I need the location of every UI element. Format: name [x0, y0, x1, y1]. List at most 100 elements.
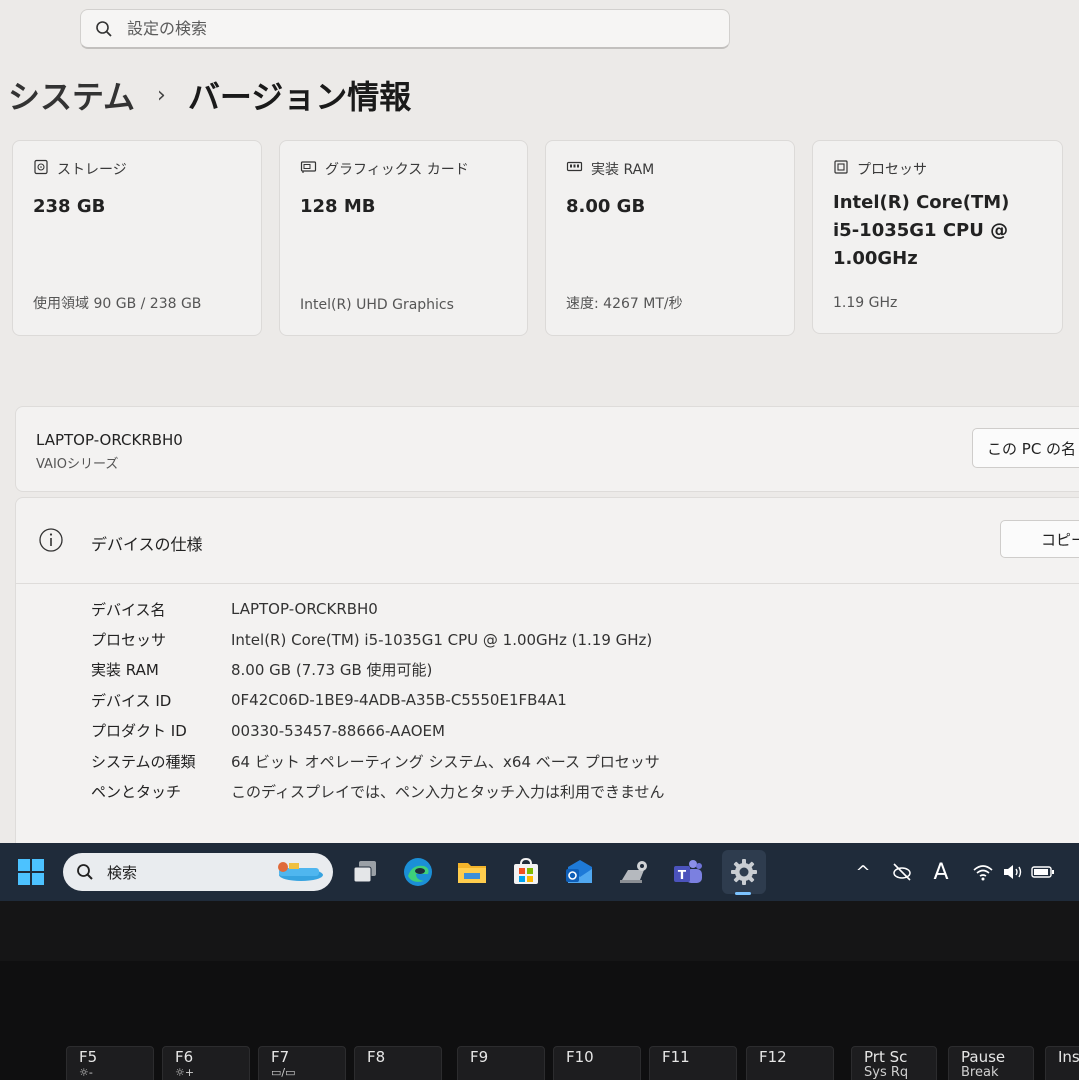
search-icon — [81, 20, 127, 38]
display-switch-icon: ▭/▭ — [271, 1066, 296, 1079]
spec-key: ペンとタッチ — [91, 783, 182, 802]
spec-value: 00330-53457-88666-AAOEM — [231, 721, 445, 740]
spec-key: デバイス ID — [91, 691, 172, 710]
key-f11: F11 — [649, 1046, 737, 1080]
graphics-card-sub: Intel(R) UHD Graphics — [300, 297, 454, 313]
breadcrumb-system-link[interactable]: システム — [8, 72, 135, 118]
key-label: Prt Sc — [864, 1048, 908, 1066]
key-label: F11 — [662, 1048, 690, 1066]
key-label: F9 — [470, 1048, 489, 1066]
spec-key: 実装 RAM — [91, 661, 159, 680]
edge-icon[interactable] — [398, 852, 438, 892]
processor-icon — [833, 159, 849, 179]
spec-value: 64 ビット オペレーティング システム、x64 ベース プロセッサ — [231, 752, 660, 771]
key-label: F5 — [79, 1048, 98, 1066]
volume-icon[interactable] — [1000, 852, 1026, 892]
breadcrumb-separator-icon: › — [157, 82, 166, 108]
storage-icon — [33, 159, 49, 179]
ram-card-label: 実装 RAM — [591, 162, 655, 178]
outlook-icon[interactable] — [560, 852, 600, 892]
spec-value: このディスプレイでは、ペン入力とタッチ入力は利用できません — [231, 783, 665, 802]
graphics-card-icon — [300, 159, 317, 179]
rename-pc-button[interactable]: この PC の名 — [972, 428, 1079, 468]
ram-icon — [566, 160, 583, 178]
key-label: F12 — [759, 1048, 787, 1066]
taskbar-search[interactable]: 検索 — [63, 853, 333, 891]
device-name-row: LAPTOP-ORCKRBH0 VAIOシリーズ この PC の名 — [15, 406, 1079, 492]
device-series: VAIOシリーズ — [36, 457, 119, 472]
processor-card-sub: 1.19 GHz — [833, 295, 898, 311]
key-pause: Pause Break — [948, 1046, 1034, 1080]
tray-overflow-chevron-icon[interactable]: ^ — [852, 852, 874, 892]
device-specs-table: デバイス名 LAPTOP-ORCKRBH0 プロセッサ Intel(R) Cor… — [91, 594, 665, 807]
processor-card[interactable]: プロセッサ Intel(R) Core(TM) i5-1035G1 CPU @ … — [812, 140, 1063, 334]
graphics-card-value: 128 MB — [300, 196, 376, 217]
spec-key: プロダクト ID — [91, 722, 187, 741]
active-app-indicator — [735, 892, 751, 895]
key-label: F8 — [367, 1048, 386, 1066]
spec-row-device-id: デバイス ID 0F42C06D-1BE9-4ADB-A35B-C5550E1F… — [91, 685, 665, 715]
storage-card-sub: 使用領域 90 GB / 238 GB — [33, 296, 202, 312]
wifi-icon[interactable] — [970, 852, 996, 892]
storage-card[interactable]: ストレージ 238 GB 使用領域 90 GB / 238 GB — [12, 140, 262, 336]
key-label: Pause — [961, 1048, 1006, 1066]
key-label: F10 — [566, 1048, 594, 1066]
taskbar: 検索 T ^ A — [0, 843, 1079, 901]
spec-key: システムの種類 — [91, 752, 196, 771]
brightness-up-icon: ☼+ — [175, 1066, 195, 1079]
spec-value: 0F42C06D-1BE9-4ADB-A35B-C5550E1FB4A1 — [231, 691, 567, 710]
ime-mode-indicator[interactable]: A — [928, 852, 954, 892]
battery-icon[interactable] — [1030, 852, 1056, 892]
key-ins: Ins — [1045, 1046, 1079, 1080]
storage-card-value: 238 GB — [33, 196, 106, 217]
key-label: F7 — [271, 1048, 290, 1066]
spec-row-processor: プロセッサ Intel(R) Core(TM) i5-1035G1 CPU @ … — [91, 624, 665, 654]
settings-search-box[interactable] — [80, 9, 730, 49]
taskbar-search-label: 検索 — [107, 863, 138, 882]
settings-window: システム › バージョン情報 ストレージ 238 GB 使用領域 90 GB /… — [0, 0, 1079, 843]
copy-specs-button[interactable]: コピー — [1000, 520, 1079, 558]
spec-row-pen-touch: ペンとタッチ このディスプレイでは、ペン入力とタッチ入力は利用できません — [91, 776, 665, 806]
key-f10: F10 — [553, 1046, 641, 1080]
info-icon — [38, 527, 64, 557]
spec-key: デバイス名 — [91, 600, 166, 619]
settings-icon[interactable] — [722, 850, 766, 894]
spec-value: 8.00 GB (7.73 GB 使用可能) — [231, 661, 433, 680]
task-view-icon[interactable] — [345, 852, 385, 892]
key-f5: F5 ☼- — [66, 1046, 154, 1080]
search-icon — [63, 863, 107, 881]
search-highlight-icon — [269, 859, 327, 889]
device-specs-panel: デバイスの仕様 コピー デバイス名 LAPTOP-ORCKRBH0 プロセッサ … — [15, 497, 1079, 843]
device-specs-header[interactable]: デバイスの仕様 コピー — [16, 498, 1079, 584]
key-f12: F12 — [746, 1046, 834, 1080]
file-explorer-icon[interactable] — [452, 852, 492, 892]
settings-search-input[interactable] — [127, 19, 687, 38]
ram-card[interactable]: 実装 RAM 8.00 GB 速度: 4267 MT/秒 — [545, 140, 795, 336]
key-f8: F8 — [354, 1046, 442, 1080]
storage-card-label: ストレージ — [57, 162, 127, 178]
spec-row-ram: 実装 RAM 8.00 GB (7.73 GB 使用可能) — [91, 655, 665, 685]
key-sub-label: Break — [961, 1065, 999, 1080]
svg-text:T: T — [678, 868, 687, 882]
store-icon[interactable] — [506, 852, 546, 892]
teams-icon[interactable]: T — [668, 852, 708, 892]
key-f9: F9 — [457, 1046, 545, 1080]
spec-row-system-type: システムの種類 64 ビット オペレーティング システム、x64 ベース プロセ… — [91, 746, 665, 776]
location-off-icon[interactable] — [888, 852, 916, 892]
spec-value: LAPTOP-ORCKRBH0 — [231, 600, 378, 619]
device-specs-title: デバイスの仕様 — [91, 535, 203, 554]
graphics-card-card[interactable]: グラフィックス カード 128 MB Intel(R) UHD Graphics — [279, 140, 528, 336]
processor-card-label: プロセッサ — [857, 162, 927, 178]
key-label: F6 — [175, 1048, 194, 1066]
spec-value: Intel(R) Core(TM) i5-1035G1 CPU @ 1.00GH… — [231, 630, 653, 649]
spec-key: プロセッサ — [91, 631, 167, 650]
key-prtsc: Prt Sc Sys Rq — [851, 1046, 937, 1080]
key-f6: F6 ☼+ — [162, 1046, 250, 1080]
windows-start-icon[interactable] — [11, 852, 51, 892]
spec-row-product-id: プロダクト ID 00330-53457-88666-AAOEM — [91, 716, 665, 746]
laptop-bezel — [0, 901, 1079, 961]
key-sub-label: Sys Rq — [864, 1065, 909, 1080]
vaio-control-icon[interactable] — [614, 852, 654, 892]
key-f7: F7 ▭/▭ — [258, 1046, 346, 1080]
ram-card-sub: 速度: 4267 MT/秒 — [566, 296, 683, 312]
